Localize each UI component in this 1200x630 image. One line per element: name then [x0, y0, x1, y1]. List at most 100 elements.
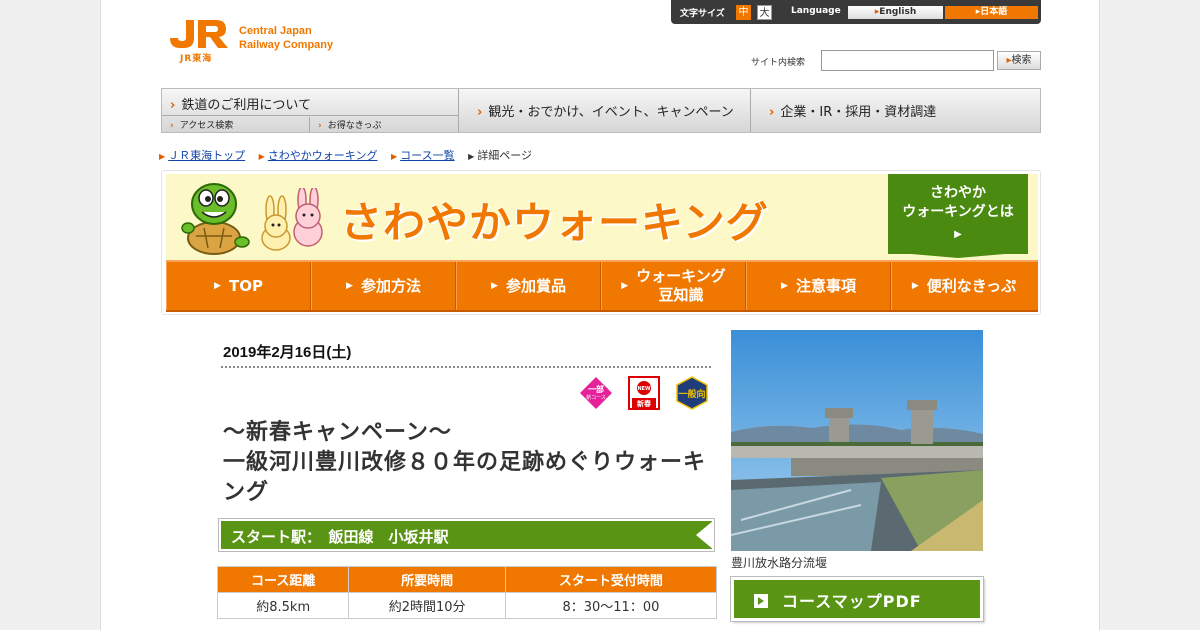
search-button-label: 検索	[1011, 55, 1032, 66]
font-size-medium-button[interactable]: 中	[736, 5, 751, 20]
global-nav: › 鉄道のご利用について › アクセス検索 › お得なきっぷ › 観光・おでかけ、イベン…	[161, 88, 1041, 133]
snav-notes[interactable]: ▶ 注意事項	[746, 262, 891, 310]
site-search-label: サイト内検索	[751, 58, 806, 68]
triangle-right-icon: ▶	[911, 280, 919, 291]
event-title-line-1: ～新春キャンペーン～	[223, 420, 452, 445]
value-distance: 約8.5km	[216, 592, 350, 619]
header-duration: 所要時間	[348, 566, 506, 593]
jr-central-logo[interactable]: JR東海 Central Japan Railway Company	[166, 18, 356, 68]
logo-line-1: Central Japan	[239, 25, 312, 37]
language-label: Language	[791, 6, 841, 16]
weir-photo	[731, 330, 983, 551]
arrow-right-icon: ›	[318, 121, 322, 131]
badge1-line-1: 一部	[588, 384, 604, 394]
badge2-line-1: NEW	[637, 386, 651, 392]
language-japanese-label: 日本語	[980, 7, 1008, 17]
table-row: 約8.5km 約2時間10分 8：30～11：00	[216, 592, 718, 619]
pdf-button-label: コースマップPDF	[782, 592, 922, 611]
language-english-label: English	[879, 7, 917, 17]
triangle-right-icon: ▶	[214, 280, 221, 291]
partially-new-course-icon: 一部 新コース	[580, 377, 612, 409]
gnav-access-search[interactable]: › アクセス検索	[162, 117, 310, 132]
language-english-button[interactable]: ▸English	[848, 6, 943, 19]
badge1-line-2: 新コース	[586, 394, 606, 401]
snav-top[interactable]: ▶ TOP	[166, 262, 311, 310]
rabbit-mascots-icon	[261, 188, 323, 251]
about-line-1: さわやか	[930, 185, 986, 201]
jr-logo-icon	[170, 20, 228, 48]
language-japanese-button[interactable]: ▸日本語	[945, 6, 1038, 19]
triangle-right-icon: ▶	[621, 280, 629, 291]
snav-tips-label: ウォーキング 豆知識	[636, 267, 726, 305]
course-info-table: コース距離 所要時間 スタート受付時間 約8.5km 約2時間10分 8：30～…	[216, 566, 718, 619]
about-walking-button[interactable]: さわやか ウォーキングとは ▶	[888, 174, 1028, 254]
triangle-right-icon: ▶	[491, 280, 498, 291]
event-title-line-3: ング	[223, 480, 270, 505]
about-line-2: ウォーキングとは	[902, 204, 1014, 220]
gnav-value-tickets-label: お得なきっぷ	[327, 121, 382, 131]
snav-tickets[interactable]: ▶ 便利なきっぷ	[891, 262, 1036, 310]
arrow-right-icon: ›	[170, 98, 176, 113]
gnav-tourism-label: 観光・おでかけ、イベント、キャンペーン	[488, 105, 734, 120]
walking-banner: さわやかウォーキング さわやか ウォーキングとは ▶ ▶ TOP ▶ 参加方法 ▶ 参…	[161, 170, 1041, 315]
site-search-input[interactable]	[821, 50, 994, 71]
gnav-corporate-label: 企業・IR・採用・資材調達	[780, 105, 937, 120]
gnav-value-tickets[interactable]: › お得なきっぷ	[310, 117, 458, 132]
header-reception-time: スタート受付時間	[504, 566, 718, 593]
snav-notes-label: 注意事項	[795, 276, 856, 295]
gnav-access-search-label: アクセス検索	[179, 121, 234, 131]
gnav-tourism[interactable]: › 観光・おでかけ、イベント、キャンペーン	[459, 89, 751, 132]
logo-line-2: Railway Company	[239, 39, 334, 51]
new-year-icon: NEW 新春	[628, 376, 660, 410]
gnav-railway-group: › 鉄道のご利用について › アクセス検索 › お得なきっぷ	[162, 89, 459, 132]
breadcrumb: ▶ ＪＲ東海トップ ▶ さわやかウォーキング ▶ コース一覧 ▶ 詳細ページ	[159, 147, 542, 163]
snav-how-to-join[interactable]: ▶ 参加方法	[311, 262, 456, 310]
triangle-right-icon: ▶	[390, 152, 398, 161]
breadcrumb-course-list[interactable]: コース一覧	[400, 149, 454, 162]
breadcrumb-current: 詳細ページ	[477, 149, 533, 162]
snav-how-label: 参加方法	[360, 276, 421, 295]
page: JR東海 Central Japan Railway Company 文字サイズ…	[100, 0, 1100, 630]
banner-header: さわやかウォーキング さわやか ウォーキングとは ▶	[166, 174, 1038, 260]
logo-company-name: Central Japan Railway Company	[239, 24, 333, 52]
triangle-right-icon: ▶	[159, 152, 166, 161]
play-arrow-icon	[754, 594, 768, 608]
arrow-right-icon: ›	[769, 105, 775, 120]
header-distance: コース距離	[216, 566, 350, 593]
triangle-right-icon: ▶	[258, 152, 265, 161]
gnav-railway-usage[interactable]: › 鉄道のご利用について	[162, 89, 459, 116]
table-header-row: コース距離 所要時間 スタート受付時間	[216, 566, 718, 593]
value-reception-time: 8：30～11：00	[504, 592, 718, 619]
snav-walking-tips[interactable]: ▶ ウォーキング 豆知識	[601, 262, 746, 310]
logo-sub-text: JR東海	[180, 54, 213, 64]
breadcrumb-jr-top[interactable]: ＪＲ東海トップ	[168, 149, 245, 162]
event-title: ～新春キャンペーン～ 一級河川豊川改修８０年の足跡めぐりウォーキ ング	[223, 418, 718, 508]
snav-prize-label: 参加賞品	[505, 276, 566, 295]
triangle-right-icon: ▶	[954, 229, 962, 240]
font-size-label: 文字サイズ	[680, 9, 725, 19]
value-duration: 約2時間10分	[348, 592, 506, 619]
dotted-divider	[221, 366, 711, 368]
badge3-label: 一般向	[678, 388, 705, 400]
triangle-right-icon: ▶	[346, 280, 353, 291]
snav-tickets-label: 便利なきっぷ	[926, 276, 1017, 295]
font-size-large-button[interactable]: 大	[757, 5, 772, 20]
breadcrumb-sawayaka-walking[interactable]: さわやかウォーキング	[268, 149, 378, 162]
about-button-tail	[888, 252, 1028, 258]
banner-title: さわやかウォーキング	[340, 198, 769, 247]
search-button[interactable]: ▸検索	[997, 51, 1041, 70]
turtle-mascot-icon	[181, 183, 250, 255]
snav-tips-line-1: ウォーキング	[636, 267, 726, 285]
start-station-bar: スタート駅： 飯田線 小坂井駅	[219, 519, 714, 551]
arrow-right-icon: ›	[170, 121, 174, 131]
event-date: 2019年2月16日(土)	[223, 344, 352, 361]
triangle-right-icon: ▶	[781, 280, 788, 291]
photo-caption: 豊川放水路分流堰	[731, 556, 828, 570]
course-map-pdf-button[interactable]: コースマップPDF	[731, 577, 983, 621]
general-public-icon: 一般向	[676, 376, 708, 410]
event-title-line-2: 一級河川豊川改修８０年の足跡めぐりウォーキ	[223, 450, 707, 475]
gnav-corporate[interactable]: › 企業・IR・採用・資材調達	[751, 89, 1040, 132]
gnav-railway-usage-label: 鉄道のご利用について	[181, 98, 311, 113]
section-nav: ▶ TOP ▶ 参加方法 ▶ 参加賞品 ▶ ウォーキング 豆知識 ▶ 注意事項 ▶ 便利なきっ…	[166, 260, 1038, 312]
snav-prizes[interactable]: ▶ 参加賞品	[456, 262, 601, 310]
